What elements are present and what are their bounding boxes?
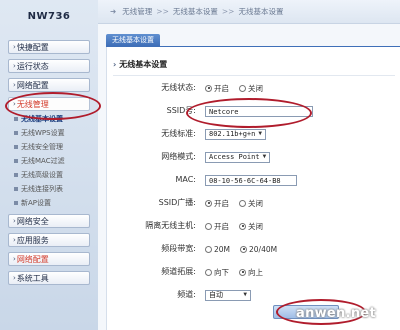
brand-model: NW736 xyxy=(27,10,71,22)
section-title: › 无线基本设置 xyxy=(113,60,168,69)
chevron-down-icon: ▼ xyxy=(243,291,247,298)
sidebar-item-network[interactable]: › 网络配置 xyxy=(8,78,90,92)
ssid-input[interactable]: Netcore xyxy=(205,105,313,117)
field-label: 频道拓展: xyxy=(161,267,196,276)
sidebar-item-tools[interactable]: › 系统工具 xyxy=(8,271,90,285)
radio-bandwidth-20-40[interactable]: 20/40M xyxy=(240,245,277,254)
radio-bandwidth-20[interactable]: 20M xyxy=(205,245,230,254)
field-label: MAC: xyxy=(175,175,196,184)
field-label: 无线标准: xyxy=(161,129,196,138)
sidebar-item-label: 运行状态 xyxy=(16,61,49,71)
radio-broadcast-on[interactable]: 开启 xyxy=(205,198,229,209)
row-ssid-broadcast: SSID广播: 开启 关闭 xyxy=(107,195,400,211)
row-mode: 网络模式: Access Point ▼ xyxy=(107,149,400,165)
chevron-down-icon: ▼ xyxy=(262,153,267,160)
row-channel: 频道: 自动 ▼ xyxy=(107,287,400,303)
row-bandwidth: 频段带宽: 20M 20/40M xyxy=(107,241,400,257)
bullet-icon xyxy=(14,145,18,149)
submenu-item-advanced[interactable]: 无线高级设置 xyxy=(14,170,63,180)
field-label: SSID号: xyxy=(166,106,196,115)
row-wireless-status: 无线状态: 开启 关闭 xyxy=(107,80,400,96)
field-label: 频道: xyxy=(177,290,196,299)
breadcrumb: ➜ 无线管理 >> 无线基本设置 >> 无线基本设置 xyxy=(98,0,400,24)
submenu-item-security[interactable]: 无线安全管理 xyxy=(14,142,63,152)
radio-isolation-off[interactable]: 关闭 xyxy=(239,221,263,232)
chevron-right-icon: › xyxy=(113,60,117,69)
sidebar: NW736 › 快捷配置 › 运行状态 › 网络配置 › 无线管理 无线基本设置… xyxy=(0,0,98,330)
divider xyxy=(113,75,395,76)
mac-input[interactable]: 08-10-56-6C-64-B8 xyxy=(205,174,297,186)
field-label: 隔离无线主机: xyxy=(145,221,196,230)
sidebar-item-label: 网络安全 xyxy=(16,216,49,226)
sidebar-item-label: 网络配置 xyxy=(16,80,49,90)
chevron-down-icon: ▼ xyxy=(258,130,262,137)
field-label: SSID广播: xyxy=(158,198,196,207)
chevron-right-icon: › xyxy=(13,217,16,225)
field-label: 频段带宽: xyxy=(161,244,196,253)
radio-wireless-on[interactable]: 开启 xyxy=(205,83,229,94)
sidebar-item-status[interactable]: › 运行状态 xyxy=(8,59,90,73)
sidebar-item-label: 网络配置 xyxy=(16,254,49,264)
sidebar-item-label: 应用服务 xyxy=(16,235,49,245)
chevron-right-icon: › xyxy=(13,62,16,70)
settings-panel: › 无线基本设置 无线状态: 开启 关闭 SSID号: Netcore 无线标准:… xyxy=(106,47,400,330)
breadcrumb-part: 无线基本设置 xyxy=(172,7,218,16)
mode-select[interactable]: Access Point ▼ xyxy=(205,151,271,163)
sidebar-item-wireless[interactable]: › 无线管理 xyxy=(8,97,90,111)
bullet-icon xyxy=(14,131,18,135)
bullet-icon xyxy=(14,117,18,121)
submenu-item-new-ap[interactable]: 新AP设置 xyxy=(14,198,51,208)
bullet-icon xyxy=(14,187,18,191)
chevron-right-icon: › xyxy=(13,236,16,244)
sidebar-item-services[interactable]: › 应用服务 xyxy=(8,233,90,247)
row-ssid: SSID号: Netcore xyxy=(107,103,400,119)
main-content: 无线基本设置 › 无线基本设置 无线状态: 开启 关闭 SSID号: Netcor… xyxy=(98,24,400,330)
row-mac: MAC: 08-10-56-6C-64-B8 xyxy=(107,172,400,188)
radio-wireless-off[interactable]: 关闭 xyxy=(239,83,263,94)
sidebar-item-label: 无线管理 xyxy=(16,99,49,109)
submenu-item-mac-filter[interactable]: 无线MAC过滤 xyxy=(14,156,65,166)
chevron-right-icon: › xyxy=(13,274,16,282)
sidebar-item-network-2[interactable]: › 网络配置 xyxy=(8,252,90,266)
channel-select[interactable]: 自动 ▼ xyxy=(205,289,251,301)
radio-extension-down[interactable]: 向下 xyxy=(205,267,229,278)
chevron-right-icon: › xyxy=(13,43,16,51)
row-standard: 无线标准: 802.11b+g+n ▼ xyxy=(107,126,400,142)
field-label: 网络模式: xyxy=(161,152,196,161)
sidebar-item-quick-setup[interactable]: › 快捷配置 xyxy=(8,40,90,54)
submenu-item-basic[interactable]: 无线基本设置 xyxy=(14,114,63,124)
row-extension: 频道拓展: 向下 向上 xyxy=(107,264,400,280)
submenu-item-wps[interactable]: 无线WPS设置 xyxy=(14,128,65,138)
arrow-right-icon: ➜ xyxy=(110,7,117,16)
radio-extension-up[interactable]: 向上 xyxy=(239,267,263,278)
sidebar-item-security[interactable]: › 网络安全 xyxy=(8,214,90,228)
watermark-text: anwen.net xyxy=(296,306,377,321)
standard-select[interactable]: 802.11b+g+n ▼ xyxy=(205,128,266,140)
sidebar-item-label: 系统工具 xyxy=(16,273,49,283)
chevron-right-icon: › xyxy=(13,81,16,89)
breadcrumb-part: 无线管理 xyxy=(122,7,153,16)
breadcrumb-separator: >> xyxy=(221,7,235,16)
radio-broadcast-off[interactable]: 关闭 xyxy=(239,198,263,209)
submenu-item-client-list[interactable]: 无线连接列表 xyxy=(14,184,63,194)
chevron-right-icon: › xyxy=(13,255,16,263)
breadcrumb-part: 无线基本设置 xyxy=(238,7,284,16)
chevron-right-icon: › xyxy=(13,100,16,108)
radio-isolation-on[interactable]: 开启 xyxy=(205,221,229,232)
tab-basic-settings[interactable]: 无线基本设置 xyxy=(106,34,160,46)
bullet-icon xyxy=(14,173,18,177)
row-isolation: 隔离无线主机: 开启 关闭 xyxy=(107,218,400,234)
breadcrumb-separator: >> xyxy=(156,7,169,16)
field-label: 无线状态: xyxy=(161,83,196,92)
bullet-icon xyxy=(14,201,18,205)
sidebar-item-label: 快捷配置 xyxy=(16,42,49,52)
bullet-icon xyxy=(14,159,18,163)
